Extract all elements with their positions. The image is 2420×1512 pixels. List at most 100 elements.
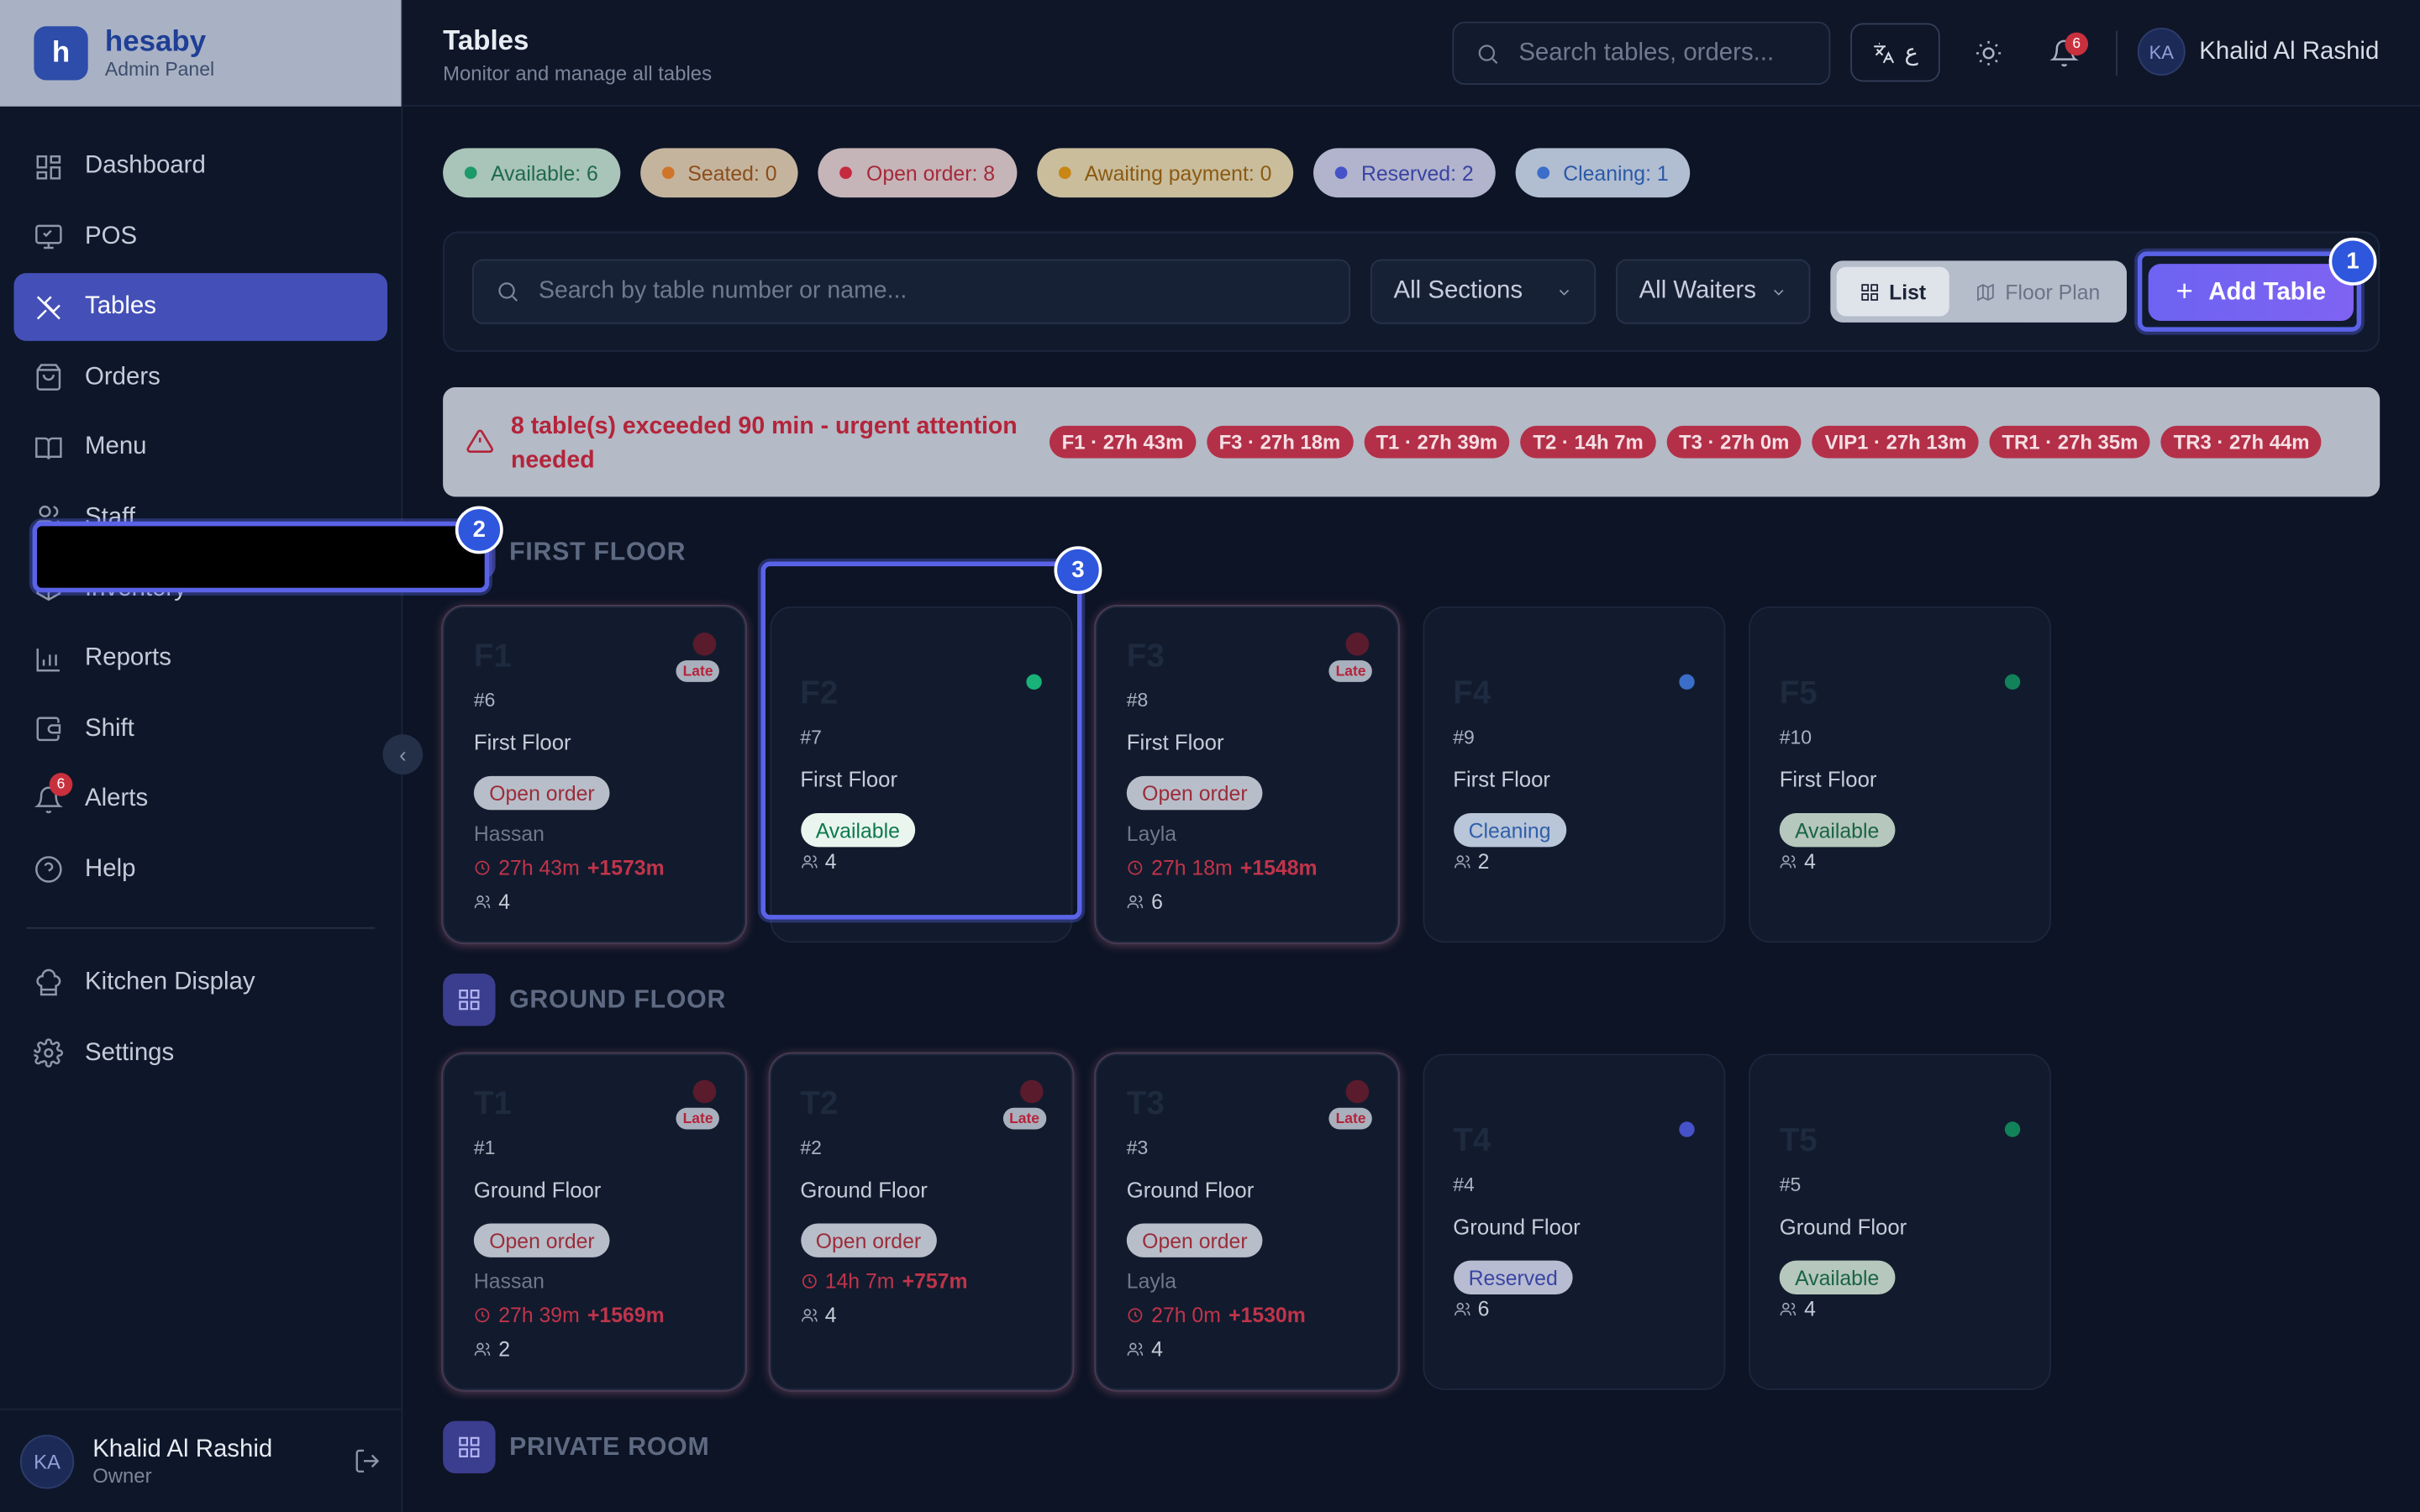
table-number: #10 xyxy=(1779,727,1812,748)
sidebar-item-tables[interactable]: Tables xyxy=(13,273,388,342)
status-chip[interactable]: Reserved: 2 xyxy=(1313,148,1496,198)
late-badge: Late xyxy=(1329,660,1372,682)
status-chip[interactable]: Open order: 8 xyxy=(818,148,1017,198)
people-icon xyxy=(474,895,491,909)
table-seats: 6 xyxy=(1453,1298,1489,1320)
section-title: FIRST FLOOR xyxy=(509,538,687,566)
table-card-f5[interactable]: F5 #10 First Floor Available 4 xyxy=(1748,606,2051,943)
table-card-f4[interactable]: F4 #9 First Floor Cleaning 2 xyxy=(1422,606,1725,943)
add-table-button[interactable]: + Add Table xyxy=(2148,264,2354,322)
table-floor: Ground Floor xyxy=(1453,1214,1581,1239)
sidebar-item-pos[interactable]: POS xyxy=(14,203,387,271)
theme-toggle-sun-icon[interactable] xyxy=(1974,39,2003,68)
overtime-table-pill[interactable]: T3 · 27h 0m xyxy=(1666,425,1802,459)
sidebar-item-reports[interactable]: Reports xyxy=(14,625,387,693)
table-floor: First Floor xyxy=(1126,729,1224,755)
status-chip-label: Open order: 8 xyxy=(866,160,996,185)
dashboard-icon xyxy=(36,155,61,179)
seat-count: 2 xyxy=(1477,850,1490,874)
table-card-t3[interactable]: Late T3 #3 Ground Floor Open order Layla 27h 0… xyxy=(1096,1053,1399,1390)
brand[interactable]: h hesaby Admin Panel xyxy=(0,0,402,107)
table-card-t2[interactable]: Late T2 #2 Ground Floor Open order 14h 7m +757… xyxy=(769,1053,1072,1390)
sidebar-item-label: Dashboard xyxy=(85,152,206,180)
sidebar-item-shift[interactable]: Shift xyxy=(14,696,387,764)
table-status-badge: Open order xyxy=(1126,1223,1263,1257)
table-card-t4[interactable]: T4 #4 Ground Floor Reserved 6 xyxy=(1422,1053,1725,1390)
overtime-table-pill[interactable]: T2 · 14h 7m xyxy=(1520,425,1656,459)
section-title: GROUND FLOOR xyxy=(509,984,727,1013)
table-name: F3 xyxy=(1126,638,1165,675)
avatar[interactable]: KA xyxy=(19,1434,75,1488)
table-card-f3[interactable]: Late F3 #8 First Floor Open order Layla 27h 18… xyxy=(1096,606,1399,943)
user-menu[interactable]: KA Khalid Al Rashid xyxy=(2137,28,2379,76)
chevron-down-icon xyxy=(1559,289,1570,295)
table-search-input[interactable]: Search by table number or name... xyxy=(472,259,1351,324)
sidebar-item-help[interactable]: Help xyxy=(14,836,387,904)
collapse-sidebar-button[interactable]: ‹ xyxy=(382,734,424,775)
status-chip[interactable]: Awaiting payment: 0 xyxy=(1036,148,1294,198)
list-view-label: List xyxy=(1889,280,1927,303)
status-chip-label: Seated: 0 xyxy=(687,160,777,185)
status-chip-label: Cleaning: 1 xyxy=(1563,160,1669,185)
table-card-t5[interactable]: T5 #5 Ground Floor Available 4 xyxy=(1748,1053,2051,1390)
table-card-f1[interactable]: Late F1 #6 First Floor Open order Hassan 27h 4… xyxy=(443,606,746,943)
waiter-select[interactable]: All Waiters xyxy=(1616,259,1811,324)
status-dot-icon xyxy=(1025,674,1041,690)
status-chip[interactable]: Seated: 0 xyxy=(639,148,799,198)
logout-icon[interactable] xyxy=(354,1447,381,1475)
table-status-badge: Reserved xyxy=(1453,1260,1574,1294)
status-chip[interactable]: Available: 6 xyxy=(443,148,620,198)
status-chip[interactable]: Cleaning: 1 xyxy=(1515,148,1691,198)
status-dot-icon xyxy=(1536,166,1549,180)
table-card-t1[interactable]: Late T1 #1 Ground Floor Open order Hassan 27h … xyxy=(443,1053,746,1390)
table-seats: 4 xyxy=(1780,850,1816,874)
seat-count: 4 xyxy=(498,890,511,914)
sidebar-item-orders[interactable]: Orders xyxy=(14,344,387,412)
sidebar-item-dashboard[interactable]: Dashboard xyxy=(14,133,387,201)
overtime-table-pill[interactable]: VIP1 · 27h 13m xyxy=(1812,425,1979,459)
section-title: PRIVATE ROOM xyxy=(509,1432,710,1461)
table-number: #3 xyxy=(1126,1137,1149,1159)
overtime-table-pill[interactable]: TR3 · 27h 44m xyxy=(2160,425,2323,459)
table-elapsed-time: 14h 7m +757m xyxy=(800,1270,968,1293)
alert-message: 8 table(s) exceeded 90 min - urgent atte… xyxy=(510,413,1018,473)
sidebar-item-settings[interactable]: Settings xyxy=(14,1019,387,1087)
sidebar-item-kitchen-display[interactable]: Kitchen Display xyxy=(14,949,387,1017)
sidebar-item-inventory[interactable]: Inventory xyxy=(14,554,387,622)
global-search-input[interactable]: Search tables, orders... xyxy=(1452,21,1831,86)
clock-icon xyxy=(1128,1308,1143,1323)
topbar: Tables Monitor and manage all tables Sea… xyxy=(402,0,2420,107)
section-select[interactable]: All Sections xyxy=(1370,259,1597,324)
help-icon xyxy=(35,857,62,884)
table-seats: 4 xyxy=(800,850,837,874)
table-name: T1 xyxy=(473,1086,512,1122)
table-floor: First Floor xyxy=(473,729,571,755)
late-badge: Late xyxy=(676,1107,719,1130)
floor-plan-view-button[interactable]: Floor Plan xyxy=(1955,267,2121,317)
overtime-table-pill[interactable]: TR1 · 27h 35m xyxy=(1989,425,2151,459)
language-toggle-button[interactable]: ع xyxy=(1850,23,1940,82)
list-view-button[interactable]: List xyxy=(1836,266,1949,317)
plus-icon: + xyxy=(2175,275,2193,308)
overtime-table-pill[interactable]: T1 · 27h 39m xyxy=(1363,425,1510,459)
sidebar-item-menu[interactable]: Menu xyxy=(14,414,387,482)
overtime-table-pill[interactable]: F3 · 27h 18m xyxy=(1206,425,1353,459)
step-marker-3: 3 xyxy=(1054,546,1102,595)
table-waiter: Hassan xyxy=(473,1269,544,1294)
sidebar-item-staff[interactable]: Staff xyxy=(14,485,387,553)
box-icon xyxy=(36,576,61,601)
translate-icon xyxy=(1874,41,1895,63)
elapsed-time: 27h 39m xyxy=(498,1304,580,1327)
sidebar-item-alerts[interactable]: Alerts 6 xyxy=(14,766,387,834)
alerts-count-badge: 6 xyxy=(49,773,73,797)
seat-count: 4 xyxy=(824,850,837,874)
user-name: Khalid Al Rashid xyxy=(92,1436,273,1462)
sidebar-user: KA Khalid Al Rashid Owner xyxy=(0,1408,402,1512)
late-badge: Late xyxy=(676,660,719,682)
chevron-down-icon xyxy=(1774,289,1784,295)
warning-triangle-icon xyxy=(466,429,493,454)
table-floor: Ground Floor xyxy=(800,1177,928,1202)
table-card-f2[interactable]: F2 #7 First Floor Available 4 xyxy=(769,606,1072,943)
overtime-table-pill[interactable]: F1 · 27h 43m xyxy=(1049,425,1197,459)
table-seats: 6 xyxy=(1127,890,1163,913)
